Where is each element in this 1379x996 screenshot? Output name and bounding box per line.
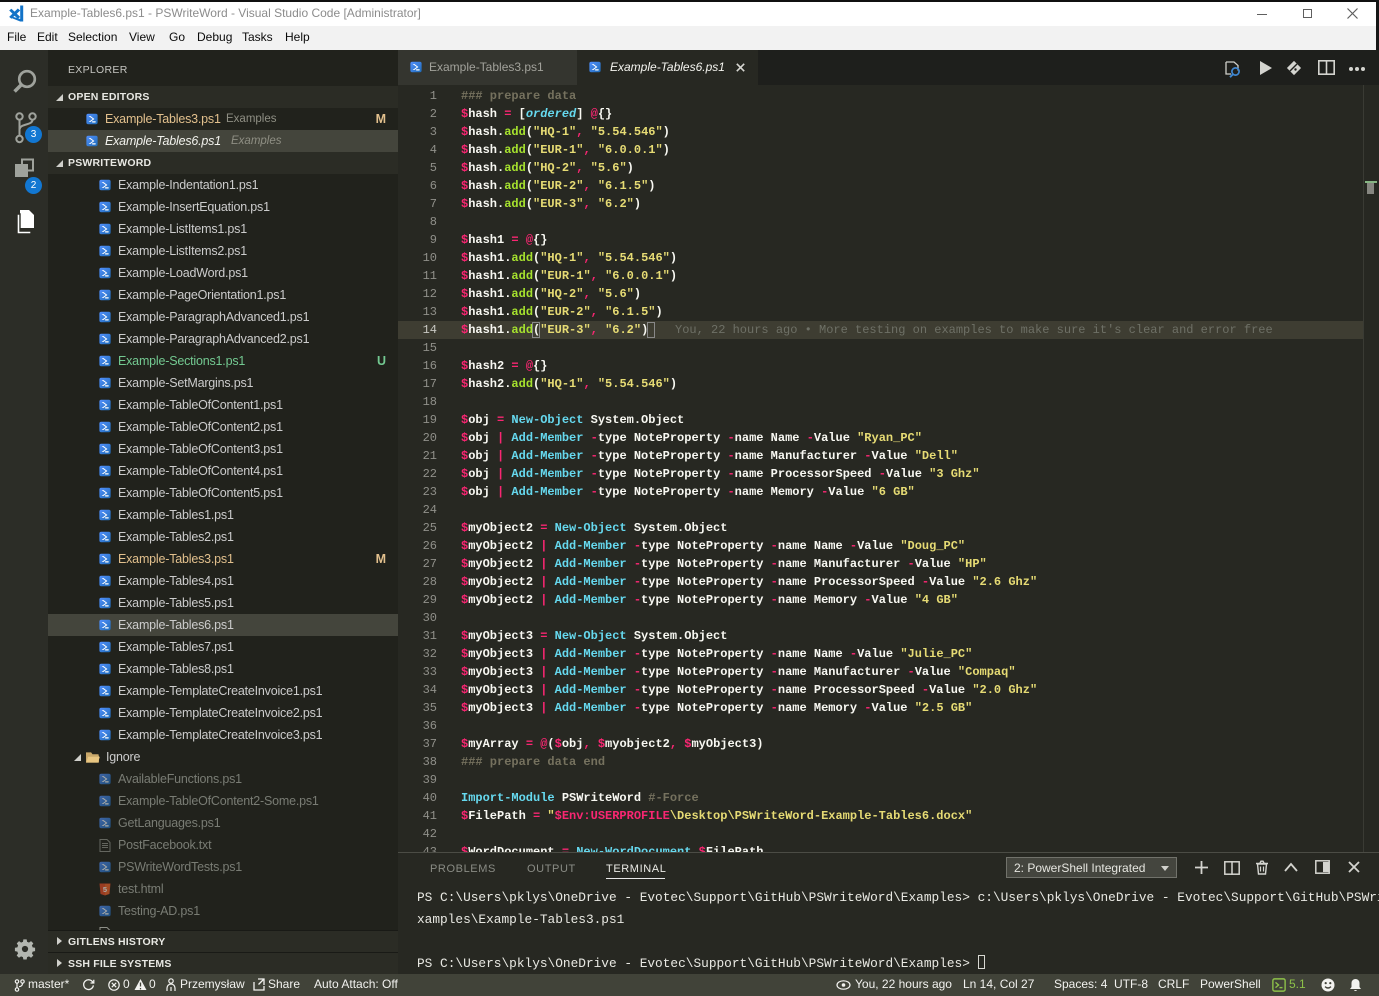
svg-text:5: 5	[103, 885, 107, 894]
